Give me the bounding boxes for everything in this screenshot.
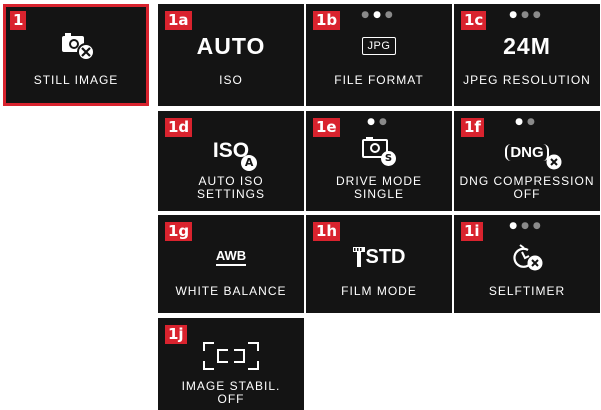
image-stabilization-icon	[158, 336, 304, 376]
tile-white-balance[interactable]: 1g AWB WHITE BALANCE	[158, 215, 304, 313]
auto-iso-icon: ISO A	[158, 131, 304, 171]
page-dots: ●●	[367, 117, 391, 127]
tile-label-line1: AUTO ISO	[198, 174, 264, 188]
white-balance-value: AWB	[215, 248, 247, 266]
tile-label: JPEG RESOLUTION	[463, 73, 591, 87]
dng-compression-icon: DNG	[454, 131, 600, 171]
tile-jpeg-resolution[interactable]: 1c ●●● 24M JPEG RESOLUTION	[454, 4, 600, 106]
tile-dng-compression[interactable]: 1f ●● DNG DNG COMPRESSION OFF	[454, 111, 600, 211]
jpeg-resolution-value: 24M	[503, 32, 551, 59]
tile-label-line1: DNG COMPRESSION	[459, 174, 595, 188]
page-dots: ●●	[515, 117, 539, 127]
tile-label: FILM MODE	[341, 284, 417, 298]
file-format-value: JPG	[361, 37, 397, 55]
tile-label-line2: OFF	[217, 392, 245, 406]
tile-label: WHITE BALANCE	[175, 284, 287, 298]
iso-value: AUTO	[196, 32, 266, 59]
tile-label-line1: DRIVE MODE	[335, 174, 422, 188]
film-mode-value: STD	[365, 245, 406, 268]
tile-drive-mode[interactable]: 1e ●● S DRIVE MODE SINGLE	[306, 111, 452, 211]
jpeg-resolution-value-area: 24M	[454, 26, 600, 66]
tile-iso[interactable]: 1a AUTO ISO	[158, 4, 304, 106]
page-dots: ●●●	[509, 10, 545, 20]
iso-value-area: AUTO	[158, 26, 304, 66]
tile-label-line2: SETTINGS	[196, 187, 265, 201]
tile-image-stabilization[interactable]: 1j IMAGE STABIL. OFF	[158, 318, 304, 410]
drive-mode-icon: S	[306, 131, 452, 171]
film-mode-icon: STD	[306, 237, 452, 277]
tile-file-format[interactable]: 1b ●●● JPG FILE FORMAT	[306, 4, 452, 106]
camera-settings-icon	[6, 26, 146, 66]
auto-badge: A	[241, 155, 258, 171]
tile-label: STILL IMAGE	[33, 73, 119, 87]
tile-label: FILE FORMAT	[334, 73, 424, 87]
white-balance-icon: AWB	[158, 237, 304, 277]
tile-still-image[interactable]: 1 STILL IMAGE	[3, 4, 149, 106]
tile-film-mode[interactable]: 1h STD FILM MODE	[306, 215, 452, 313]
tile-label-line2: OFF	[513, 187, 541, 201]
tile-label: ISO	[219, 73, 243, 87]
tile-selftimer[interactable]: 1i ●●● SELFTIMER	[454, 215, 600, 313]
tile-label-line1: IMAGE STABIL.	[181, 379, 281, 393]
page-dots: ●●●	[361, 10, 397, 20]
tile-label-line2: SINGLE	[353, 187, 404, 201]
single-badge: S	[381, 151, 396, 166]
tile-label: SELFTIMER	[488, 284, 566, 298]
tile-auto-iso-settings[interactable]: 1d ISO A AUTO ISO SETTINGS	[158, 111, 304, 211]
jpg-format-icon: JPG	[306, 26, 452, 66]
page-dots: ●●●	[509, 221, 545, 231]
dng-icon-text: DNG	[505, 143, 549, 161]
selftimer-icon	[454, 237, 600, 277]
